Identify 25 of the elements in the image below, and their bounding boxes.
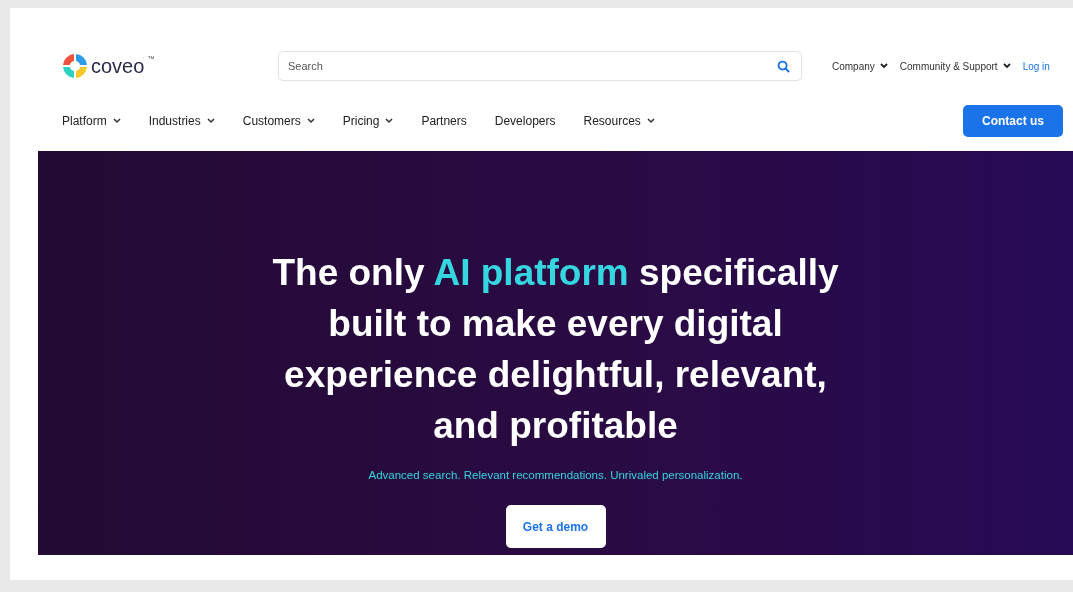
nav-link[interactable]: Developers — [494, 114, 556, 128]
nav-link[interactable]: Pricing — [342, 114, 394, 128]
utility-link[interactable]: Log in — [1022, 60, 1050, 72]
chevron-down-icon[interactable] — [1002, 63, 1011, 69]
utility-link[interactable]: Community & Support — [899, 60, 1011, 72]
chevron-down-icon[interactable] — [206, 118, 215, 124]
nav-link[interactable]: Platform — [62, 114, 121, 128]
utility-link[interactable]: Company — [832, 60, 888, 72]
hero-headline: The only AI platform specifically built to make every digital experience delightful, relevant, and profitable — [272, 251, 839, 448]
chevron-down-icon[interactable] — [646, 118, 655, 124]
chevron-down-icon[interactable] — [385, 118, 394, 124]
hero-subtitle: Advanced search. Relevant recommendations. Unrivaled personalization. — [368, 469, 743, 481]
nav-link[interactable]: Partners — [421, 114, 467, 128]
search-icon[interactable] — [777, 60, 790, 73]
contact-button[interactable]: Contact us — [963, 105, 1063, 137]
logo-text[interactable]: coveo — [91, 54, 145, 78]
chevron-down-icon[interactable] — [306, 118, 315, 124]
chevron-down-icon[interactable] — [879, 63, 888, 69]
demo-button[interactable]: Get a demo — [505, 505, 606, 548]
nav-link[interactable]: Resources — [583, 114, 655, 128]
nav-link[interactable]: Customers — [242, 114, 315, 128]
logo-icon — [62, 53, 88, 79]
nav-link[interactable]: Industries — [148, 114, 215, 128]
search-field[interactable]: Search — [278, 51, 802, 81]
chevron-down-icon[interactable] — [112, 118, 121, 124]
